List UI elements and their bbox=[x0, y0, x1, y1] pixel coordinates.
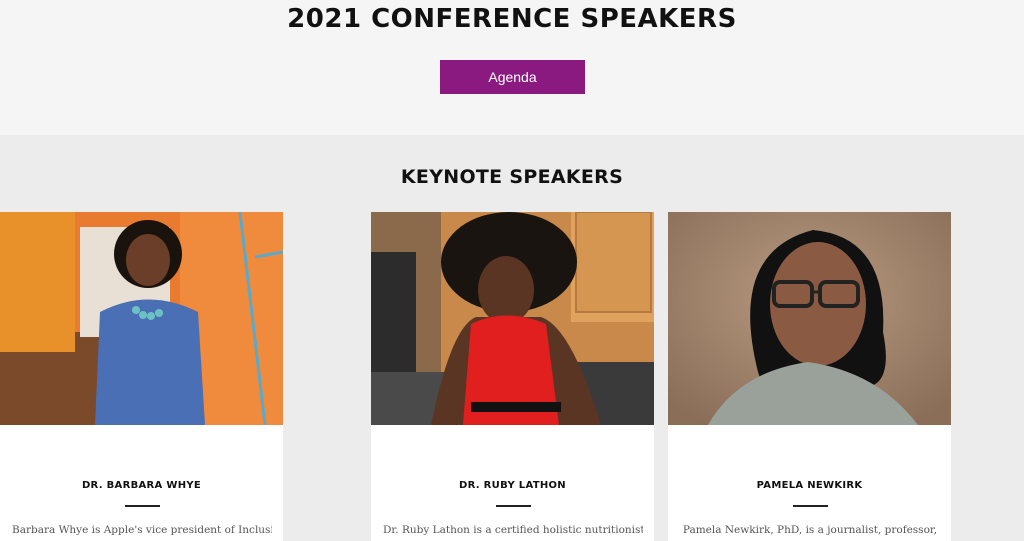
speaker-photo[interactable] bbox=[668, 212, 951, 425]
speaker-name: PAMELA NEWKIRK bbox=[756, 480, 863, 491]
speaker-card-pamela-newkirk[interactable]: PAMELA NEWKIRK Pamela Newkirk, PhD, is a… bbox=[668, 212, 951, 541]
speaker-name: DR. RUBY LATHON bbox=[459, 480, 566, 491]
speaker-photo[interactable] bbox=[0, 212, 283, 425]
speaker-card-ruby-lathon[interactable]: DR. RUBY LATHON Dr. Ruby Lathon is a cer… bbox=[371, 212, 654, 541]
page-title: 2021 CONFERENCE SPEAKERS bbox=[287, 4, 737, 34]
name-divider bbox=[496, 505, 531, 507]
keynote-section-title: KEYNOTE SPEAKERS bbox=[400, 166, 624, 188]
speaker-bio: Barbara Whye is Apple's vice president o… bbox=[12, 524, 272, 536]
name-divider bbox=[793, 505, 828, 507]
speaker-bio: Pamela Newkirk, PhD, is a journalist, pr… bbox=[682, 524, 938, 536]
agenda-button[interactable]: Agenda bbox=[440, 60, 585, 94]
speaker-bio: Dr. Ruby Lathon is a certified holistic … bbox=[383, 524, 643, 536]
speaker-card-barbara-whye[interactable]: DR. BARBARA WHYE Barbara Whye is Apple's… bbox=[0, 212, 283, 541]
speaker-name: DR. BARBARA WHYE bbox=[81, 480, 202, 491]
speaker-photo[interactable] bbox=[371, 212, 654, 425]
name-divider bbox=[125, 505, 160, 507]
